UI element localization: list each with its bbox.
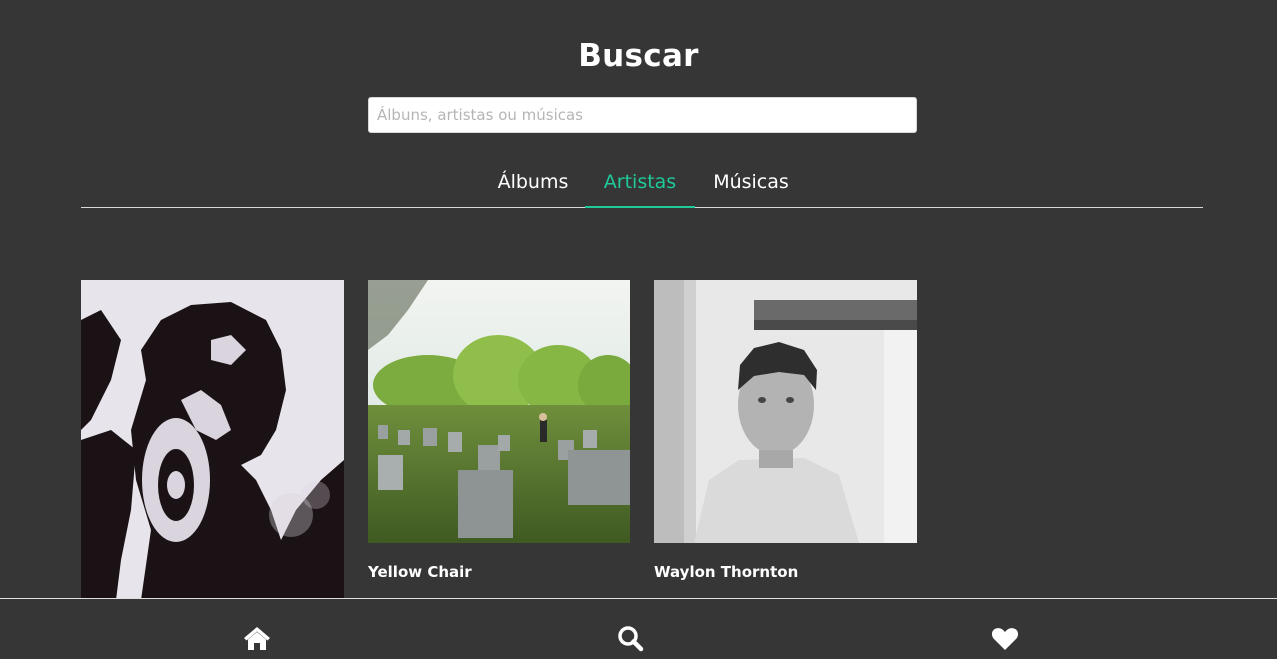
search-nav-button[interactable]: [616, 625, 646, 653]
tab-musicas[interactable]: Músicas: [699, 160, 803, 207]
heart-icon: [991, 628, 1019, 650]
artist-image: [368, 280, 630, 543]
artist-card[interactable]: Yellow Chair: [368, 280, 630, 581]
tab-bar: Álbums Artistas Músicas: [81, 160, 1203, 208]
home-icon: [244, 627, 270, 650]
tab-artistas[interactable]: Artistas: [585, 160, 695, 208]
artist-name: Waylon Thornton: [654, 563, 799, 581]
artist-name: Yellow Chair: [368, 563, 472, 581]
artist-image: [81, 280, 344, 600]
artist-image: [654, 280, 917, 543]
favorites-button[interactable]: [990, 625, 1020, 653]
search-input[interactable]: [368, 97, 917, 133]
artist-card[interactable]: [81, 280, 344, 600]
artist-card[interactable]: Waylon Thornton: [654, 280, 917, 581]
page-title: Buscar: [578, 38, 699, 74]
tab-albums[interactable]: Álbums: [485, 160, 581, 207]
home-button[interactable]: [242, 625, 272, 653]
search-icon: [618, 626, 644, 652]
search-page: Buscar Álbums Artistas Músicas: [0, 0, 1277, 659]
bottom-nav: [0, 598, 1277, 659]
